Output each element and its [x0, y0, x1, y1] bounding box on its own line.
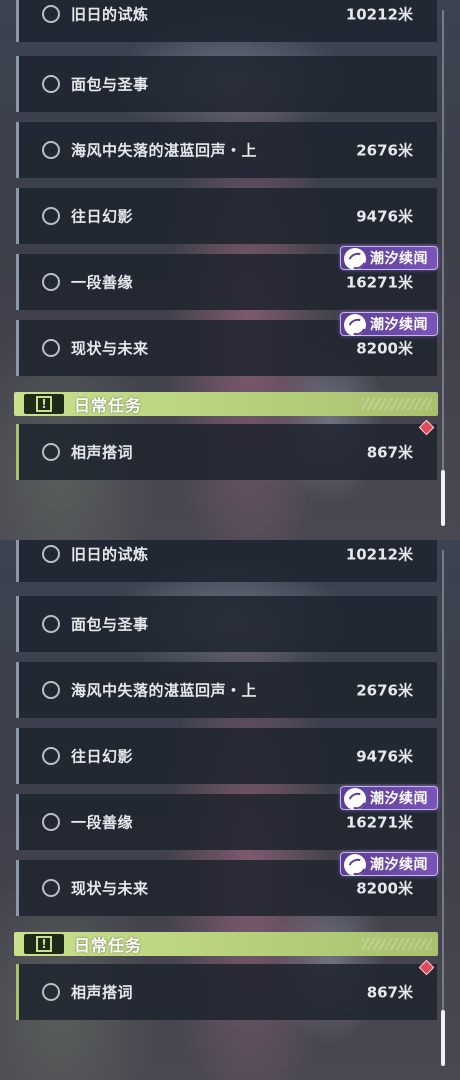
daily-quests-header[interactable]: ! 日常任务	[14, 392, 438, 416]
status-circle-icon	[42, 443, 60, 461]
exclamation-icon: !	[24, 934, 64, 954]
quest-item-sea-breeze-echo[interactable]: 海风中失落的湛蓝回声・上 2676米	[16, 662, 437, 718]
tide-swirl-icon	[344, 854, 366, 876]
scrollbar-thumb[interactable]	[441, 1010, 445, 1066]
tide-swirl-icon	[344, 248, 366, 270]
quest-name: 往日幻影	[71, 747, 134, 766]
quest-name: 海风中失落的湛蓝回声・上	[71, 681, 258, 700]
status-circle-icon	[42, 5, 60, 23]
event-badge: 潮汐续闻	[340, 786, 438, 810]
quest-name: 往日幻影	[71, 207, 134, 226]
quest-name: 现状与未来	[71, 339, 149, 358]
quest-distance: 8200米	[356, 339, 413, 358]
quest-item-crosstalk[interactable]: 相声搭词 867米	[16, 424, 437, 480]
quest-distance: 16271米	[345, 813, 413, 832]
quest-item-sea-breeze-echo[interactable]: 海风中失落的湛蓝回声・上 2676米	[16, 122, 437, 178]
event-badge: 潮汐续闻	[340, 246, 438, 270]
status-circle-icon	[42, 141, 60, 159]
quest-item-crosstalk[interactable]: 相声搭词 867米	[16, 964, 437, 1020]
scrollbar-track[interactable]	[442, 550, 444, 1066]
quest-name: 海风中失落的湛蓝回声・上	[71, 141, 258, 160]
status-circle-icon	[42, 615, 60, 633]
header-decoration	[362, 398, 432, 410]
quest-item-bread-sacrament[interactable]: 面包与圣事	[16, 56, 437, 112]
exclamation-icon: !	[24, 394, 64, 414]
quest-distance: 10212米	[345, 5, 413, 24]
status-circle-icon	[42, 207, 60, 225]
quest-name: 旧日的试炼	[71, 545, 149, 564]
quest-item-past-phantom[interactable]: 往日幻影 9476米	[16, 728, 437, 784]
quest-name: 现状与未来	[71, 879, 149, 898]
quest-distance: 2676米	[356, 681, 413, 700]
status-circle-icon	[42, 983, 60, 1001]
quest-item-old-trial[interactable]: 旧日的试炼 10212米	[16, 540, 437, 582]
quest-name: 相声搭词	[71, 983, 134, 1002]
quest-name: 一段善缘	[71, 813, 134, 832]
status-circle-icon	[42, 747, 60, 765]
quest-distance: 16271米	[345, 273, 413, 292]
status-circle-icon	[42, 545, 60, 563]
status-circle-icon	[42, 273, 60, 291]
quest-distance: 9476米	[356, 207, 413, 226]
event-badge: 潮汐续闻	[340, 852, 438, 876]
status-circle-icon	[42, 339, 60, 357]
tide-swirl-icon	[344, 788, 366, 810]
tide-swirl-icon	[344, 314, 366, 336]
quest-distance: 8200米	[356, 879, 413, 898]
quest-distance: 9476米	[356, 747, 413, 766]
status-circle-icon	[42, 681, 60, 699]
quest-item-bread-sacrament[interactable]: 面包与圣事	[16, 596, 437, 652]
daily-quests-header[interactable]: ! 日常任务	[14, 932, 438, 956]
section-title: 日常任务	[74, 396, 143, 415]
status-circle-icon	[42, 879, 60, 897]
scrollbar-track[interactable]	[442, 10, 444, 526]
quest-distance: 10212米	[345, 545, 413, 564]
quest-distance: 2676米	[356, 141, 413, 160]
quest-distance: 867米	[366, 443, 413, 462]
screenshot-root: 旧日的试炼 10212米 面包与圣事 海风中失落的湛蓝回声・上 2676米 往日…	[0, 0, 460, 1080]
quest-list-panel-top: 旧日的试炼 10212米 面包与圣事 海风中失落的湛蓝回声・上 2676米 往日…	[0, 0, 460, 540]
event-badge-label: 潮汐续闻	[370, 317, 428, 333]
status-circle-icon	[42, 813, 60, 831]
event-badge: 潮汐续闻	[340, 312, 438, 336]
quest-item-past-phantom[interactable]: 往日幻影 9476米	[16, 188, 437, 244]
quest-name: 一段善缘	[71, 273, 134, 292]
quest-name: 面包与圣事	[71, 75, 149, 94]
quest-name: 面包与圣事	[71, 615, 149, 634]
event-badge-label: 潮汐续闻	[370, 857, 428, 873]
status-circle-icon	[42, 75, 60, 93]
quest-list-panel-bottom: 旧日的试炼 10212米 面包与圣事 海风中失落的湛蓝回声・上 2676米 往日…	[0, 540, 460, 1080]
scrollbar-thumb[interactable]	[441, 470, 445, 526]
quest-item-old-trial[interactable]: 旧日的试炼 10212米	[16, 0, 437, 42]
header-decoration	[362, 938, 432, 950]
quest-name: 相声搭词	[71, 443, 134, 462]
quest-name: 旧日的试炼	[71, 5, 149, 24]
event-badge-label: 潮汐续闻	[370, 251, 428, 267]
event-badge-label: 潮汐续闻	[370, 791, 428, 807]
section-title: 日常任务	[74, 936, 143, 955]
quest-distance: 867米	[366, 983, 413, 1002]
